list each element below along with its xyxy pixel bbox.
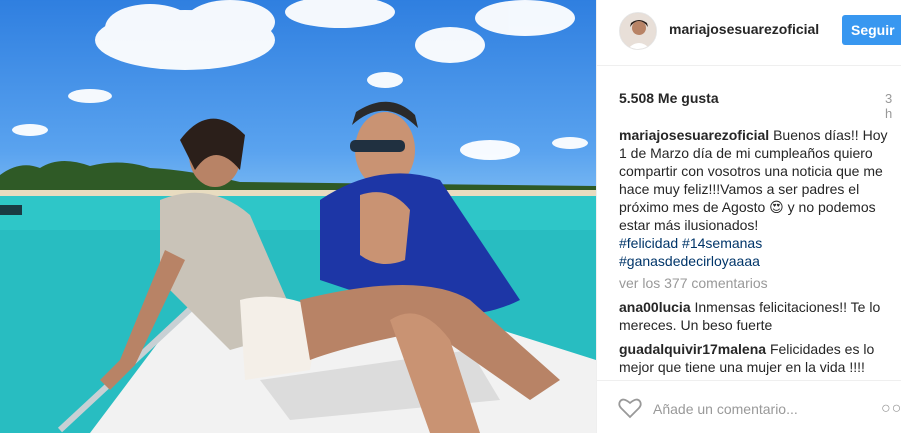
follow-button[interactable]: Seguir: [842, 15, 901, 45]
heart-icon[interactable]: [618, 397, 642, 419]
add-comment-input[interactable]: Añade un comentario...: [653, 401, 798, 417]
post-photo[interactable]: [0, 0, 596, 433]
caption: mariajosesuarezoficial Buenos días!! Hoy…: [619, 126, 889, 270]
post-header: mariajosesuarezoficial Seguir: [597, 0, 901, 66]
avatar[interactable]: [619, 12, 657, 50]
comment-item: ana00lucia Inmensas felicitaciones!! Te …: [619, 298, 889, 334]
photo-illustration: [0, 0, 596, 433]
caption-username[interactable]: mariajosesuarezoficial: [619, 127, 769, 143]
view-all-comments-link[interactable]: ver los 377 comentarios: [619, 274, 889, 292]
add-comment-bar: Añade un comentario... ○○○: [597, 380, 901, 433]
comment-username[interactable]: guadalquivir17malena: [619, 341, 766, 357]
hashtag[interactable]: #felicidad: [619, 235, 678, 251]
more-options-icon[interactable]: ○○○: [881, 400, 901, 418]
comments-list: mariajosesuarezoficial Buenos días!! Hoy…: [619, 126, 889, 382]
comment-username[interactable]: ana00lucia: [619, 299, 691, 315]
hashtag[interactable]: #ganasdedecirloyaaaa: [619, 253, 760, 269]
username-link[interactable]: mariajosesuarezoficial: [669, 21, 819, 37]
likes-count[interactable]: 5.508 Me gusta: [619, 90, 719, 106]
post-time[interactable]: 3 h: [885, 91, 901, 121]
post-side-panel: mariajosesuarezoficial Seguir 5.508 Me g…: [596, 0, 901, 433]
comment-item: guadalquivir17malena Felicidades es lo m…: [619, 340, 889, 376]
hashtag[interactable]: #14semanas: [682, 235, 762, 251]
